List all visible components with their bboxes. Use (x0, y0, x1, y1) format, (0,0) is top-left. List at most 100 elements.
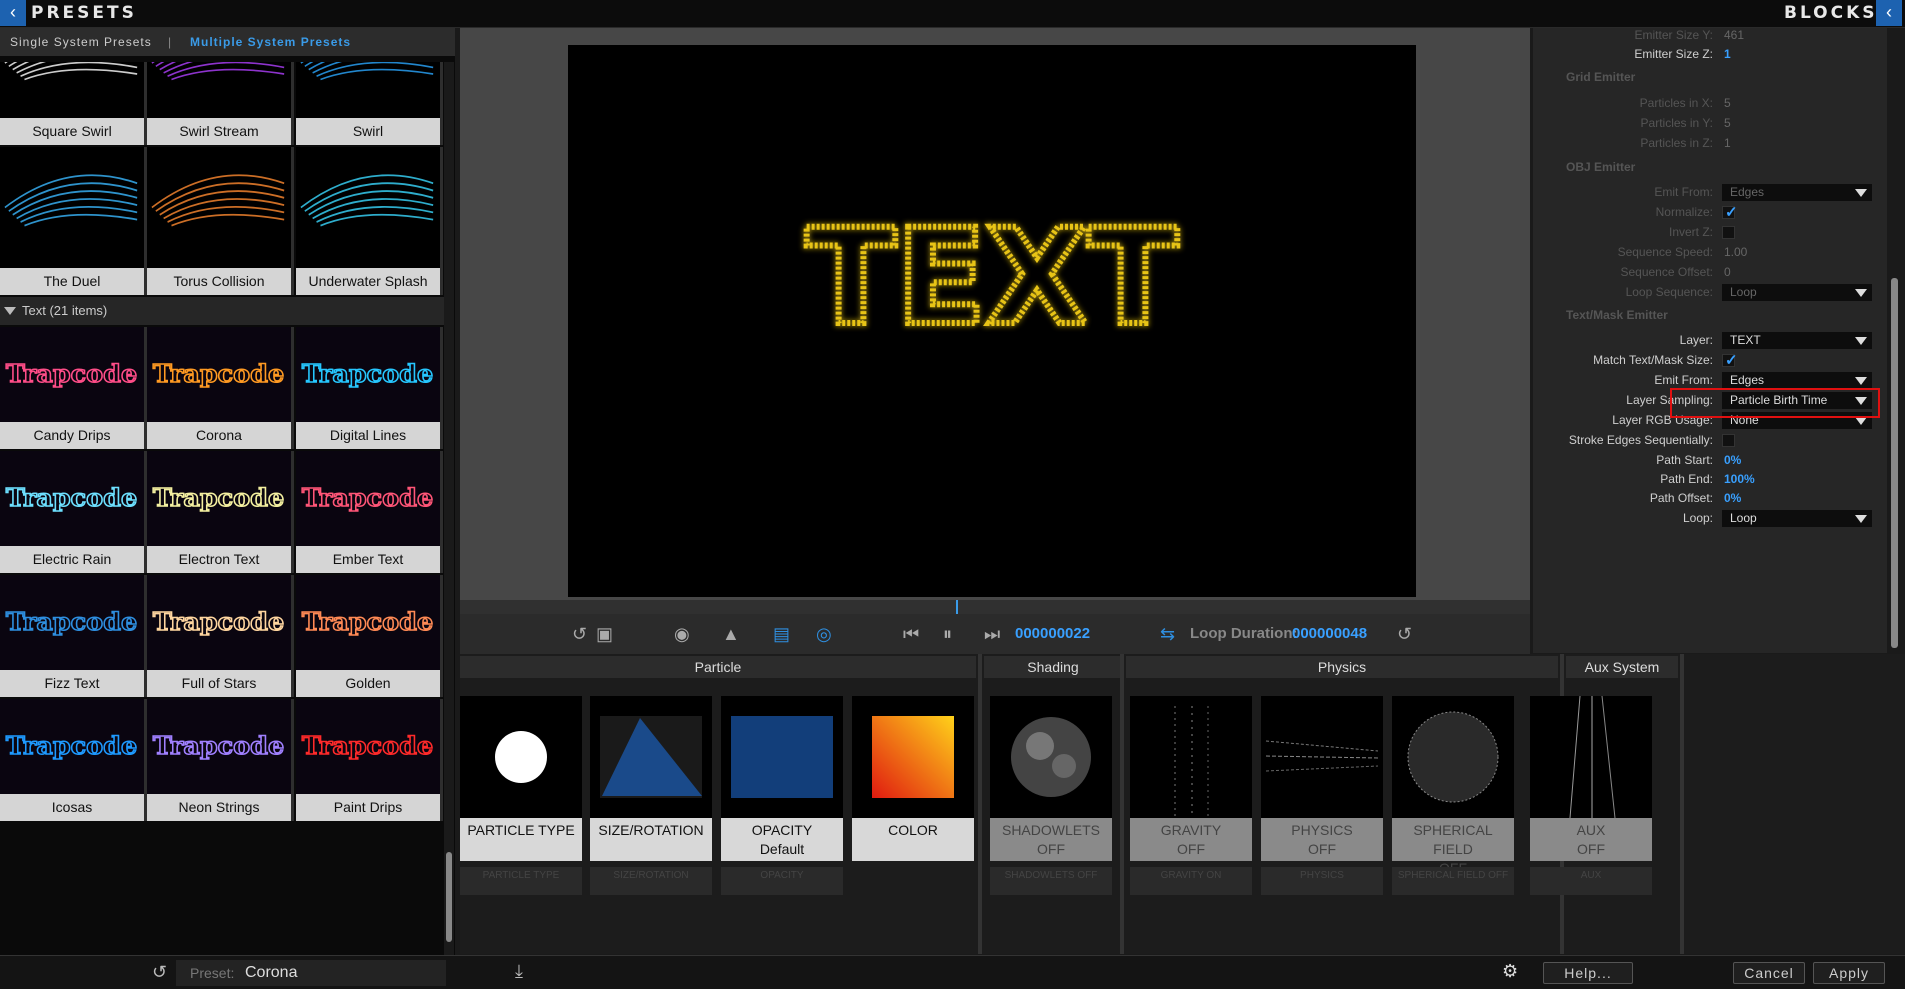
preset-thumbnail: Trapcode (147, 699, 291, 794)
presets-scroll-thumb[interactable] (446, 852, 452, 942)
property-value[interactable]: 1.00 (1724, 245, 1747, 259)
preset-tile[interactable]: Trapcode Fizz Text (0, 575, 147, 697)
designer-block[interactable]: OPACITY Default OPACITY (721, 696, 843, 895)
eye-icon[interactable]: ◎ (816, 624, 832, 645)
designer-block[interactable]: SHADOWLETS OFF SHADOWLETS OFF (990, 696, 1112, 895)
preset-thumbnail: Trapcode (147, 575, 291, 670)
preset-tile[interactable]: Trapcode Corona (147, 327, 294, 449)
property-checkbox[interactable]: ✓ (1722, 352, 1738, 369)
designer-block[interactable]: GRAVITY OFF GRAVITY ON (1130, 696, 1252, 895)
designer-block[interactable]: COLOR (852, 696, 974, 861)
preset-tile[interactable]: Trapcode Electron Text (147, 451, 294, 573)
preset-thumbnail-art: Trapcode (301, 358, 434, 389)
preset-tile[interactable]: Trapcode Ember Text (296, 451, 443, 573)
property-value[interactable]: 1 (1724, 47, 1731, 61)
property-label: Stroke Edges Sequentially: (1568, 433, 1713, 447)
presets-collapse-button[interactable]: ‹ (0, 0, 26, 26)
playhead[interactable] (956, 600, 958, 614)
preset-tile[interactable]: Trapcode Electric Rain (0, 451, 147, 573)
blocks-scrollbar[interactable] (1887, 28, 1905, 653)
property-section-title: OBJ Emitter (1566, 160, 1636, 174)
property-value[interactable]: 5 (1724, 116, 1731, 130)
loop-duration-value[interactable]: 000000048 (1292, 625, 1367, 642)
property-checkbox[interactable]: ✓ (1722, 204, 1738, 221)
property-dropdown[interactable]: Edges (1722, 372, 1872, 389)
property-label: Invert Z: (1668, 225, 1713, 239)
property-dropdown[interactable]: Loop (1722, 510, 1872, 527)
reset-preset-icon[interactable]: ↺ (152, 962, 167, 983)
loop-reset-icon[interactable]: ↺ (1397, 624, 1412, 645)
preset-tile[interactable]: Torus Collision (147, 147, 294, 295)
property-dropdown[interactable]: Edges (1722, 184, 1872, 201)
loop-icon[interactable]: ⇆ (1160, 624, 1175, 645)
designer-block[interactable]: SIZE/ROTATION SIZE/ROTATION (590, 696, 712, 895)
preset-tile[interactable]: Trapcode Digital Lines (296, 327, 443, 449)
block-thumbnail (852, 696, 974, 818)
skip-forward-icon[interactable]: ⏭ (984, 624, 1000, 645)
preset-tile[interactable]: Swirl (296, 62, 443, 145)
preset-tile[interactable]: The Duel (0, 147, 147, 295)
block-sub-button[interactable]: PARTICLE TYPE (460, 867, 582, 895)
block-sub-button[interactable]: SPHERICAL FIELD OFF (1392, 867, 1514, 895)
block-sub-button[interactable]: PHYSICS (1261, 867, 1383, 895)
preset-thumbnail: Trapcode (296, 327, 440, 422)
property-dropdown[interactable]: Loop (1722, 284, 1872, 301)
cancel-button[interactable]: Cancel (1733, 962, 1805, 984)
preset-tile[interactable]: Swirl Stream (147, 62, 294, 145)
block-sub-button[interactable]: GRAVITY ON (1130, 867, 1252, 895)
preview-canvas[interactable]: TEXT (568, 45, 1416, 597)
apply-button[interactable]: Apply (1813, 962, 1885, 984)
preset-tile[interactable]: Trapcode Neon Strings (147, 699, 294, 821)
block-label: PHYSICS OFF (1261, 818, 1383, 861)
reset-view-icon[interactable]: ↺ (572, 624, 587, 645)
property-checkbox[interactable] (1722, 434, 1735, 447)
blocks-collapse-button[interactable]: ‹ (1876, 0, 1902, 26)
property-dropdown[interactable]: TEXT (1722, 332, 1872, 349)
block-sub-button[interactable]: SHADOWLETS OFF (990, 867, 1112, 895)
timeline-bar[interactable] (460, 600, 1530, 614)
save-preset-icon[interactable]: ⤓ (515, 961, 523, 982)
designer-block[interactable]: AUX OFF AUX (1530, 696, 1652, 895)
blocks-title: BLOCKS (1784, 3, 1878, 23)
designer-block[interactable]: SPHERICAL FIELDOFFSPHERICAL FIELD OFF (1392, 696, 1514, 895)
block-sub-button[interactable]: SIZE/ROTATION (590, 867, 712, 895)
pause-icon[interactable]: ⏸ (943, 624, 952, 645)
camera-icon[interactable]: ▣ (596, 624, 613, 645)
designer-block[interactable]: PARTICLE TYPE PARTICLE TYPE (460, 696, 582, 895)
motion-blur-icon[interactable]: ◉ (674, 624, 690, 645)
preset-tile[interactable]: Trapcode Paint Drips (296, 699, 443, 821)
skip-back-icon[interactable]: ⏮ (903, 624, 919, 645)
tab-single-system-presets[interactable]: Single System Presets (10, 35, 152, 49)
designer-block[interactable]: PHYSICS OFF PHYSICS (1261, 696, 1383, 895)
tab-multiple-system-presets[interactable]: Multiple System Presets (190, 35, 351, 49)
block-group-header: Particle (460, 656, 976, 678)
grid-icon[interactable]: ▲ (722, 624, 740, 645)
property-value[interactable]: 100% (1724, 472, 1755, 486)
help-button[interactable]: Help... (1543, 962, 1633, 984)
property-value[interactable]: 0% (1724, 453, 1741, 467)
property-value[interactable]: 0 (1724, 265, 1731, 279)
layer-icon[interactable]: ▤ (773, 624, 790, 645)
text-section-header[interactable]: Text (21 items) (0, 297, 444, 325)
canvas-text: TEXT (806, 201, 1178, 355)
presets-scrollbar[interactable] (444, 62, 454, 982)
property-value[interactable]: 1 (1724, 136, 1731, 150)
preset-tile[interactable]: Trapcode Candy Drips (0, 327, 147, 449)
preset-tile[interactable]: Trapcode Full of Stars (147, 575, 294, 697)
block-sub-button[interactable]: OPACITY (721, 867, 843, 895)
property-value[interactable]: 0% (1724, 491, 1741, 505)
gear-icon[interactable]: ⚙ (1502, 961, 1518, 982)
property-value[interactable]: 5 (1724, 96, 1731, 110)
preset-tile[interactable]: Underwater Splash (296, 147, 443, 295)
preset-thumbnail-art: Trapcode (152, 482, 285, 513)
preset-thumbnail-art: Trapcode (152, 358, 285, 389)
blocks-scroll-thumb[interactable] (1891, 278, 1898, 648)
property-label: Emit From: (1654, 373, 1713, 387)
property-value[interactable]: 461 (1724, 28, 1744, 42)
collapse-triangle-icon[interactable] (4, 307, 16, 315)
preset-tile[interactable]: Square Swirl (0, 62, 147, 145)
property-checkbox[interactable] (1722, 226, 1735, 239)
block-sub-button[interactable]: AUX (1530, 867, 1652, 895)
preset-tile[interactable]: Trapcode Golden (296, 575, 443, 697)
preset-tile[interactable]: Trapcode Icosas (0, 699, 147, 821)
